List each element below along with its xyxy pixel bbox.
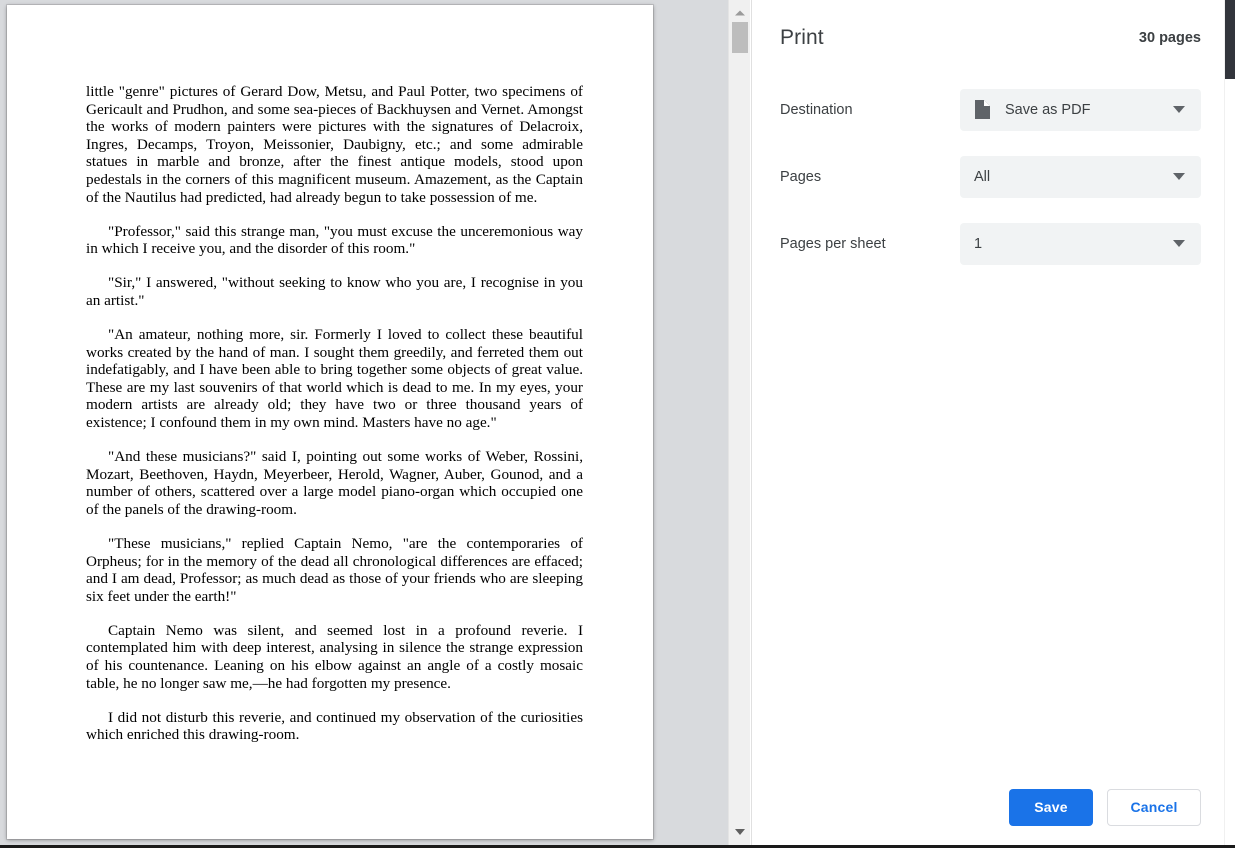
window-scrollbar[interactable]: [1224, 0, 1235, 848]
preview-page: little "genre" pictures of Gerard Dow, M…: [7, 5, 653, 839]
preview-scrollbar-thumb[interactable]: [732, 22, 748, 53]
save-button[interactable]: Save: [1009, 788, 1093, 826]
pages-label: Pages: [780, 168, 822, 185]
cancel-button[interactable]: Cancel: [1107, 788, 1201, 826]
setting-row-pages: Pages All: [780, 143, 1201, 210]
scroll-down-arrow-icon[interactable]: [729, 821, 750, 842]
destination-select[interactable]: Save as PDF: [960, 88, 1201, 131]
print-settings-list: Destination Save as PDF Pages All Pages …: [752, 76, 1235, 277]
chevron-down-icon: [1173, 106, 1185, 113]
page-title: Print: [780, 26, 824, 49]
window-scrollbar-thumb[interactable]: [1225, 0, 1235, 79]
print-dialog-header: Print 30 pages: [752, 0, 1235, 76]
pages-per-sheet-label: Pages per sheet: [780, 235, 886, 252]
preview-paragraph: "And these musicians?" said I, pointing …: [86, 448, 583, 518]
pages-per-sheet-value: 1: [974, 235, 983, 252]
preview-paragraph: "Sir," I answered, "without seeking to k…: [86, 274, 583, 309]
preview-paragraph: "An amateur, nothing more, sir. Formerly…: [86, 326, 583, 431]
chevron-down-icon: [1173, 173, 1185, 180]
setting-row-destination: Destination Save as PDF: [780, 76, 1201, 143]
preview-scrollbar[interactable]: [728, 0, 750, 848]
preview-paragraph: Captain Nemo was silent, and seemed lost…: [86, 621, 583, 692]
destination-label: Destination: [780, 101, 853, 118]
page-count-label: 30 pages: [1138, 30, 1201, 46]
preview-paragraph: "Professor," said this strange man, "you…: [86, 222, 583, 258]
print-dialog-actions: Save Cancel: [752, 766, 1235, 848]
pages-select[interactable]: All: [960, 155, 1201, 198]
preview-paragraph: little "genre" pictures of Gerard Dow, M…: [86, 83, 583, 206]
chevron-down-icon: [1173, 240, 1185, 247]
setting-row-pages-per-sheet: Pages per sheet 1: [780, 210, 1201, 277]
preview-paragraph: "These musicians," replied Captain Nemo,…: [86, 534, 583, 605]
print-dialog: Print 30 pages Destination Save as PDF P…: [751, 0, 1235, 848]
pages-per-sheet-select[interactable]: 1: [960, 222, 1201, 265]
scroll-up-arrow-icon[interactable]: [729, 2, 750, 23]
preview-paragraph: I did not disturb this reverie, and cont…: [86, 708, 583, 744]
destination-value: Save as PDF: [1005, 101, 1091, 118]
preview-page-text: little "genre" pictures of Gerard Dow, M…: [86, 83, 583, 760]
pdf-document-icon: [974, 99, 991, 120]
print-preview-area: little "genre" pictures of Gerard Dow, M…: [0, 0, 750, 848]
pages-value: All: [974, 168, 991, 185]
